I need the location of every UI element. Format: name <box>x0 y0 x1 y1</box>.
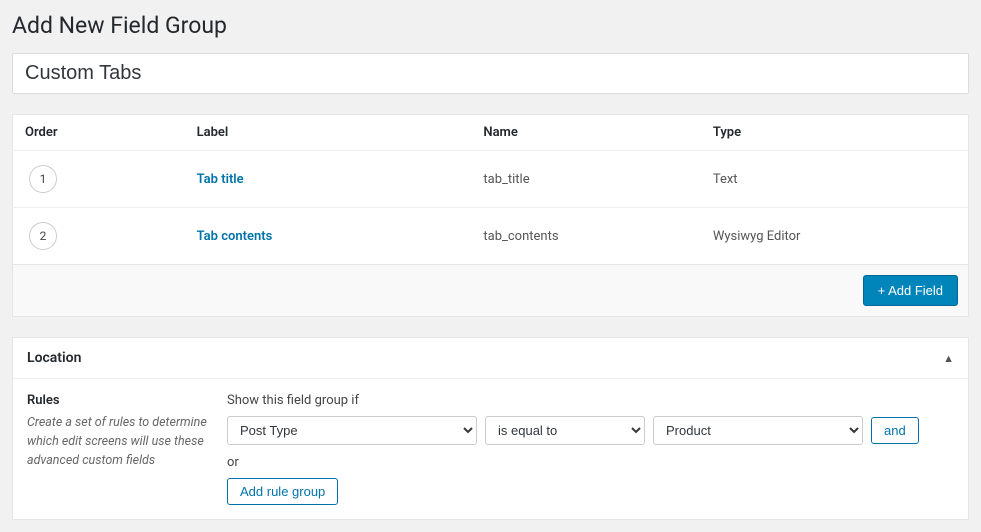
table-row[interactable]: 1 Tab title tab_title Text <box>13 151 969 208</box>
order-badge[interactable]: 2 <box>29 222 57 250</box>
add-rule-group-button[interactable]: Add rule group <box>227 478 338 505</box>
rule-row: Post Type is equal to Product and <box>227 416 954 445</box>
rules-editor: Show this field group if Post Type is eq… <box>227 393 954 505</box>
field-label-link[interactable]: Tab contents <box>197 229 273 244</box>
rule-operator-select[interactable]: is equal to <box>485 416 645 445</box>
rules-heading: Rules <box>27 393 217 408</box>
field-type-cell: Text <box>701 151 969 208</box>
rules-sidebar: Rules Create a set of rules to determine… <box>27 393 227 505</box>
table-row[interactable]: 2 Tab contents tab_contents Wysiwyg Edit… <box>13 208 969 265</box>
location-panel-header[interactable]: Location ▲ <box>13 338 968 379</box>
rule-param-select[interactable]: Post Type <box>227 416 477 445</box>
rule-value-select[interactable]: Product <box>653 416 863 445</box>
header-type: Type <box>701 115 969 151</box>
field-group-title-input[interactable] <box>12 53 969 94</box>
collapse-icon: ▲ <box>943 352 954 365</box>
or-label: or <box>227 455 954 470</box>
order-badge[interactable]: 1 <box>29 165 57 193</box>
field-type-cell: Wysiwyg Editor <box>701 208 969 265</box>
and-button[interactable]: and <box>871 417 919 444</box>
table-header-row: Order Label Name Type <box>13 115 969 151</box>
header-label: Label <box>185 115 472 151</box>
show-if-label: Show this field group if <box>227 393 954 408</box>
header-order: Order <box>13 115 185 151</box>
page-title: Add New Field Group <box>12 12 969 39</box>
field-name-cell: tab_contents <box>471 208 700 265</box>
fields-table: Order Label Name Type 1 Tab title tab_ti… <box>12 114 969 265</box>
header-name: Name <box>471 115 700 151</box>
add-field-button[interactable]: + Add Field <box>863 275 958 306</box>
field-name-cell: tab_title <box>471 151 700 208</box>
field-label-link[interactable]: Tab title <box>197 172 244 187</box>
rules-description: Create a set of rules to determine which… <box>27 414 217 470</box>
location-panel-title: Location <box>27 350 81 366</box>
fields-table-footer: + Add Field <box>12 265 969 317</box>
location-panel: Location ▲ Rules Create a set of rules t… <box>12 337 969 520</box>
